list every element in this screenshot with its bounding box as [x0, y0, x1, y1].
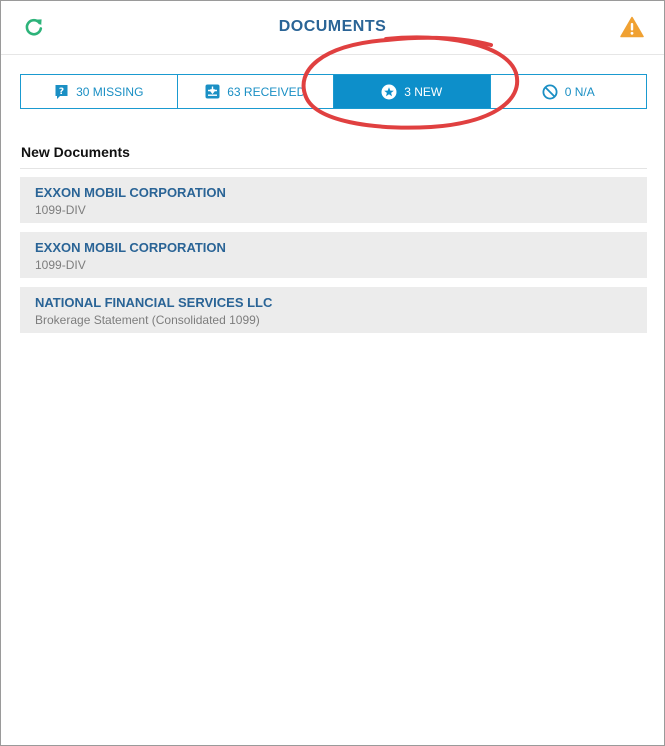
app-window: DOCUMENTS ? 30 MISSING 63 RECEIVED 3 NEW…	[0, 0, 665, 746]
tab-na[interactable]: 0 N/A	[490, 75, 646, 108]
document-type: 1099-DIV	[35, 203, 86, 217]
header-bar: DOCUMENTS	[1, 1, 664, 55]
document-name: EXXON MOBIL CORPORATION	[35, 185, 226, 200]
question-icon: ?	[55, 84, 68, 99]
document-status-tabs: ? 30 MISSING 63 RECEIVED 3 NEW 0 N/A	[20, 74, 647, 109]
section-divider	[20, 168, 647, 169]
warning-button[interactable]	[620, 16, 644, 38]
tab-missing[interactable]: ? 30 MISSING	[21, 75, 178, 108]
document-type: Brokerage Statement (Consolidated 1099)	[35, 313, 260, 327]
document-name: NATIONAL FINANCIAL SERVICES LLC	[35, 295, 273, 310]
document-name: EXXON MOBIL CORPORATION	[35, 240, 226, 255]
tab-received-label: 63 RECEIVED	[227, 84, 306, 99]
tab-received[interactable]: 63 RECEIVED	[177, 75, 334, 108]
document-type: 1099-DIV	[35, 258, 86, 272]
star-icon	[381, 84, 397, 99]
svg-text:?: ?	[59, 87, 64, 97]
tab-missing-label: 30 MISSING	[76, 84, 144, 99]
list-item[interactable]: EXXON MOBIL CORPORATION 1099-DIV	[20, 177, 647, 223]
tab-new-label: 3 NEW	[404, 84, 443, 99]
page-title: DOCUMENTS	[278, 18, 387, 35]
ban-icon	[542, 84, 558, 99]
tab-na-label: 0 N/A	[564, 84, 595, 99]
list-item[interactable]: EXXON MOBIL CORPORATION 1099-DIV	[20, 232, 647, 278]
list-item[interactable]: NATIONAL FINANCIAL SERVICES LLC Brokerag…	[20, 287, 647, 333]
tab-new[interactable]: 3 NEW	[334, 75, 491, 108]
section-title: New Documents	[21, 144, 130, 160]
inbox-icon	[205, 84, 220, 99]
warning-icon	[620, 16, 644, 38]
document-list: EXXON MOBIL CORPORATION 1099-DIV EXXON M…	[20, 177, 647, 342]
